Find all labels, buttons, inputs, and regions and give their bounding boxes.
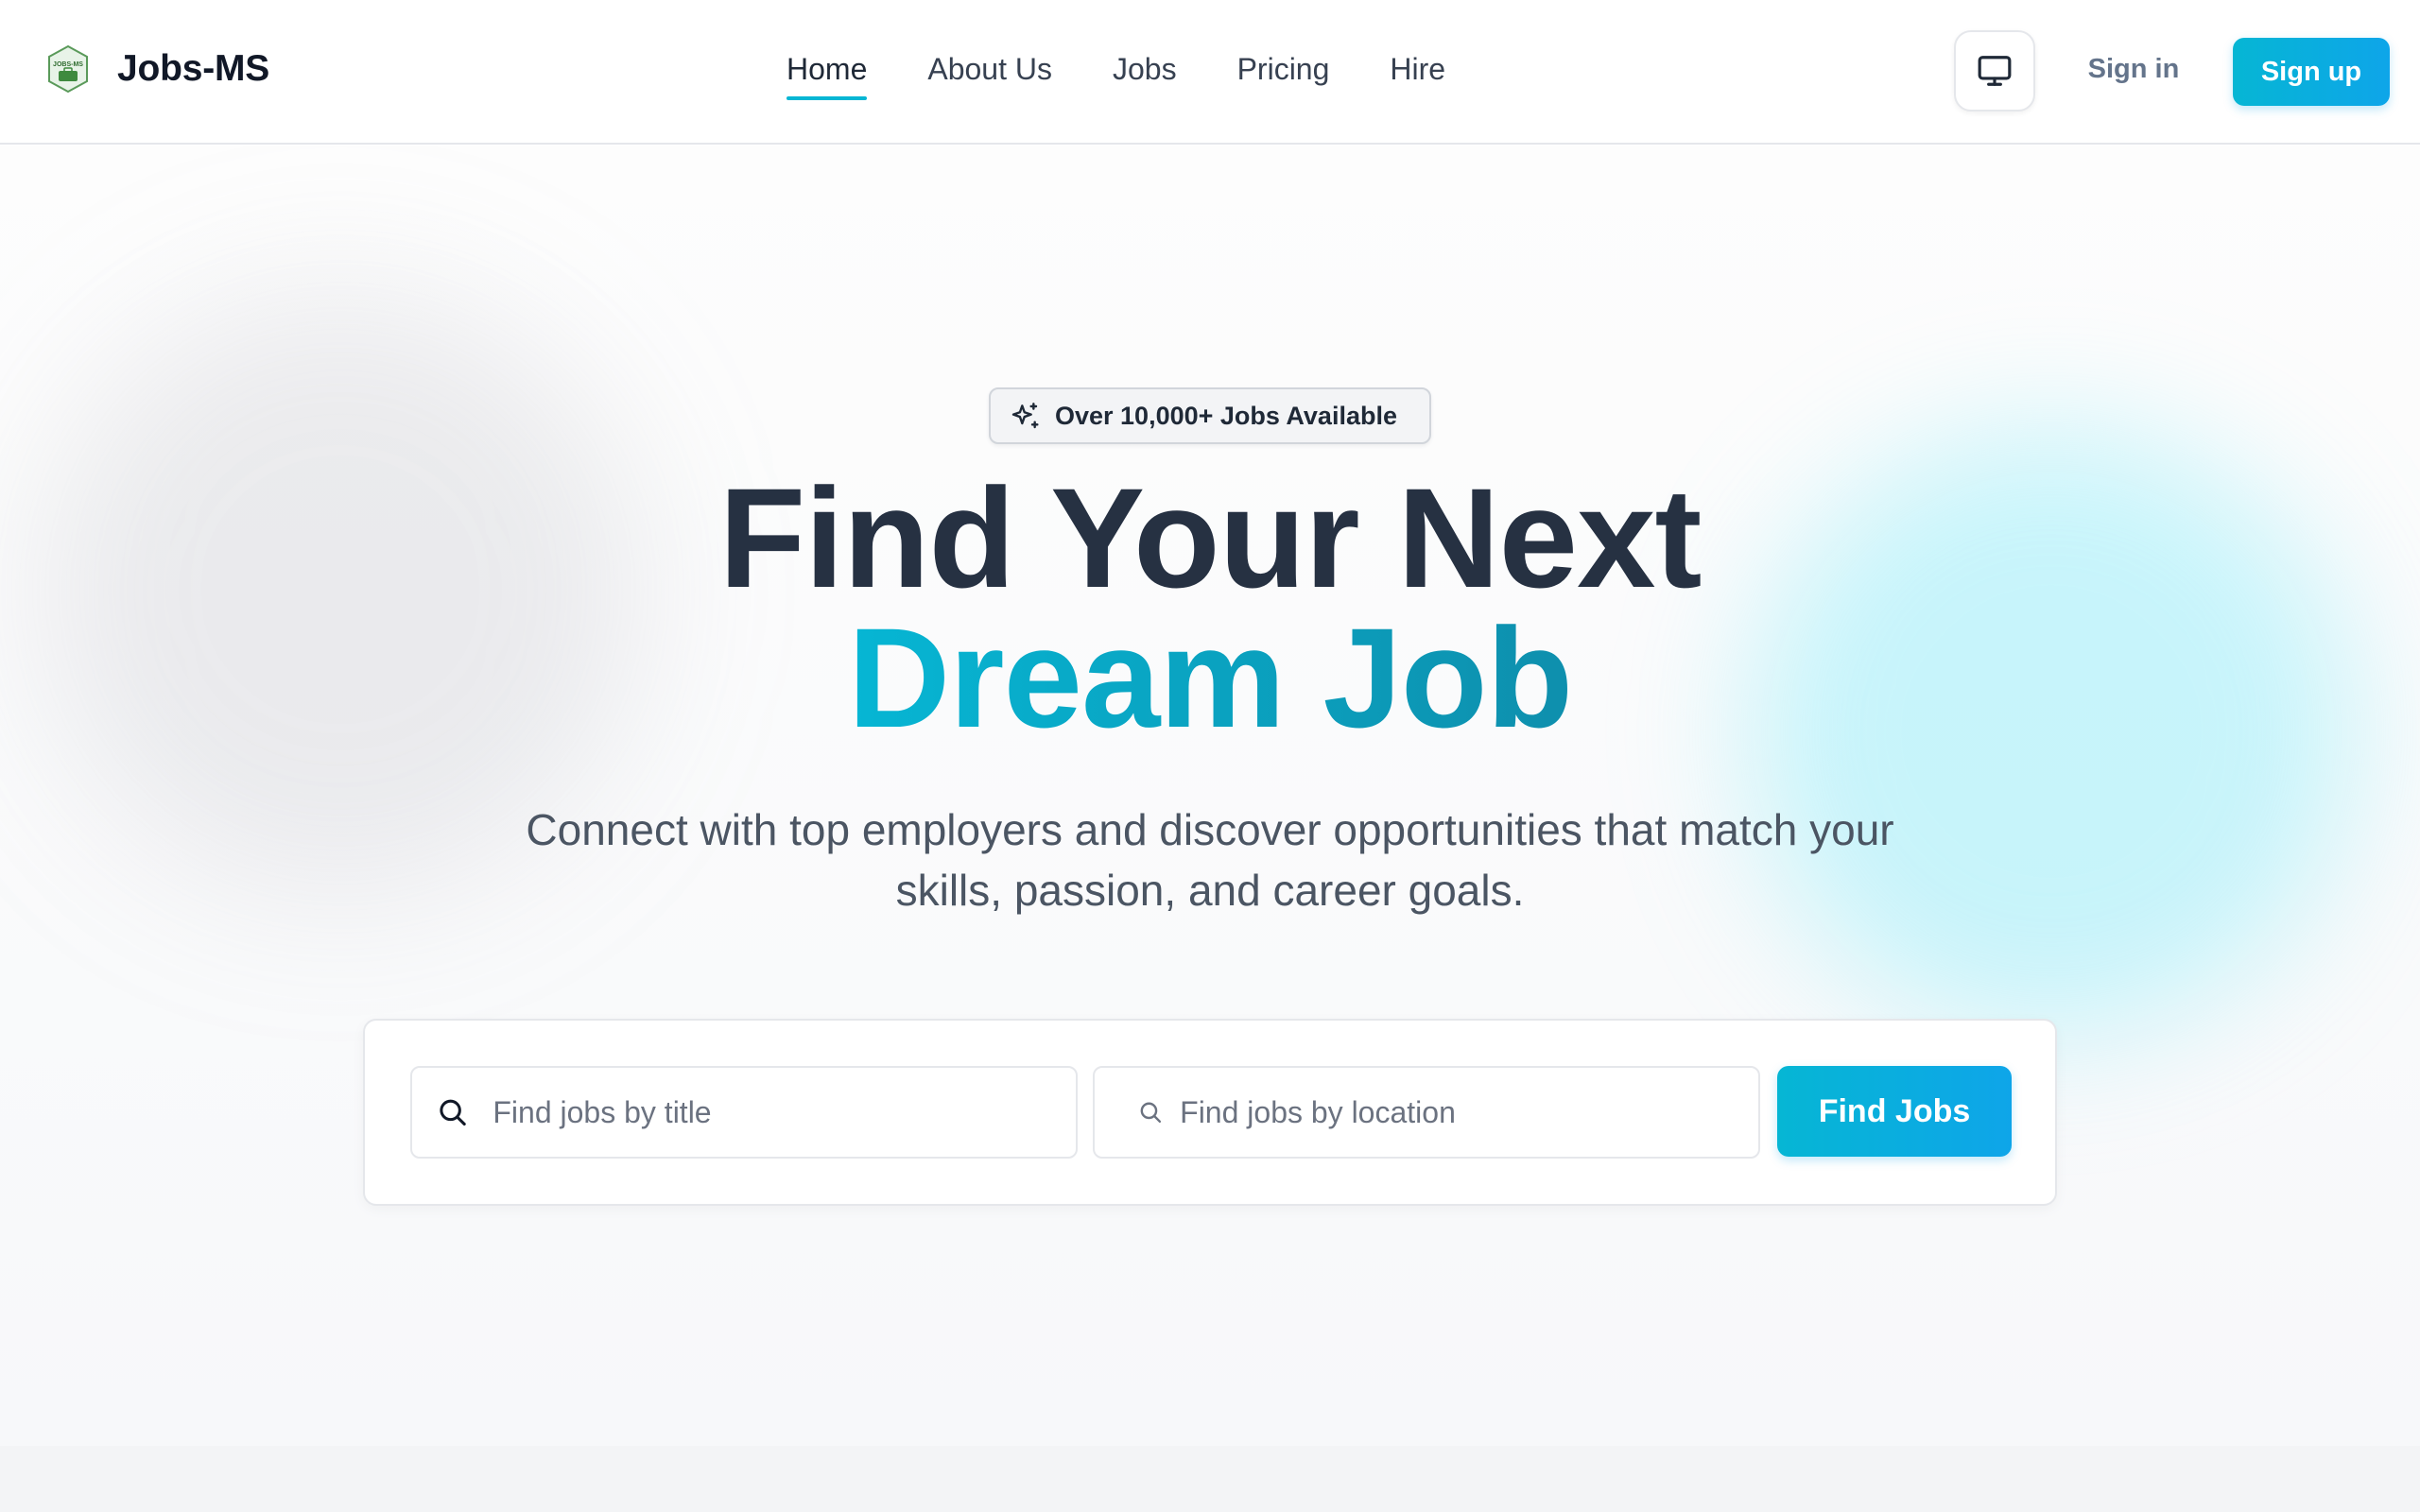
hero-title-line1: Find Your Next [718,458,1703,617]
top-navbar: JOBS-MS Jobs-MS Home About Us Jobs Prici… [0,0,2420,145]
hero-section: Over 10,000+ Jobs Available Find Your Ne… [0,146,2420,1446]
sparkles-icon [1011,403,1039,429]
hero-subtitle-line1: Connect with top employers and discover … [526,805,1894,854]
jobs-available-badge: Over 10,000+ Jobs Available [989,387,1431,444]
brand-logo: JOBS-MS [48,44,88,94]
hero-title-line2: Dream Job [0,607,2420,748]
sign-in-button[interactable]: Sign in [2070,42,2197,96]
badge-text: Over 10,000+ Jobs Available [1055,401,1397,430]
brand-link[interactable]: JOBS-MS Jobs-MS [45,43,269,94]
nav-item-jobs[interactable]: Jobs [1113,47,1177,100]
svg-text:JOBS-MS: JOBS-MS [53,61,83,68]
nav-item-home[interactable]: Home [786,47,868,100]
hero-subtitle-line2: skills, passion, and career goals. [895,866,1525,915]
theme-toggle-button[interactable] [1954,30,2035,112]
job-location-input[interactable] [1180,1068,1758,1157]
title-search-field[interactable] [410,1066,1078,1159]
next-section-edge [0,1446,2420,1512]
sign-up-button[interactable]: Sign up [2233,38,2390,106]
search-icon [1140,1102,1162,1124]
nav-item-pricing[interactable]: Pricing [1237,47,1330,100]
location-search-field[interactable] [1093,1066,1760,1159]
hero-title-highlight: Dream Job [847,598,1573,757]
nav-item-about-us[interactable]: About Us [927,47,1052,100]
find-jobs-button[interactable]: Find Jobs [1777,1066,2012,1157]
brand-name: Jobs-MS [117,48,270,89]
search-icon [440,1099,466,1126]
monitor-icon [1978,56,2012,86]
nav-item-hire[interactable]: Hire [1390,47,1445,100]
hero-subtitle: Connect with top employers and discover … [454,799,1966,920]
job-title-input[interactable] [493,1068,1076,1157]
job-search-card: Find Jobs [363,1019,2057,1206]
main-nav: Home About Us Jobs Pricing Hire [786,47,1445,104]
